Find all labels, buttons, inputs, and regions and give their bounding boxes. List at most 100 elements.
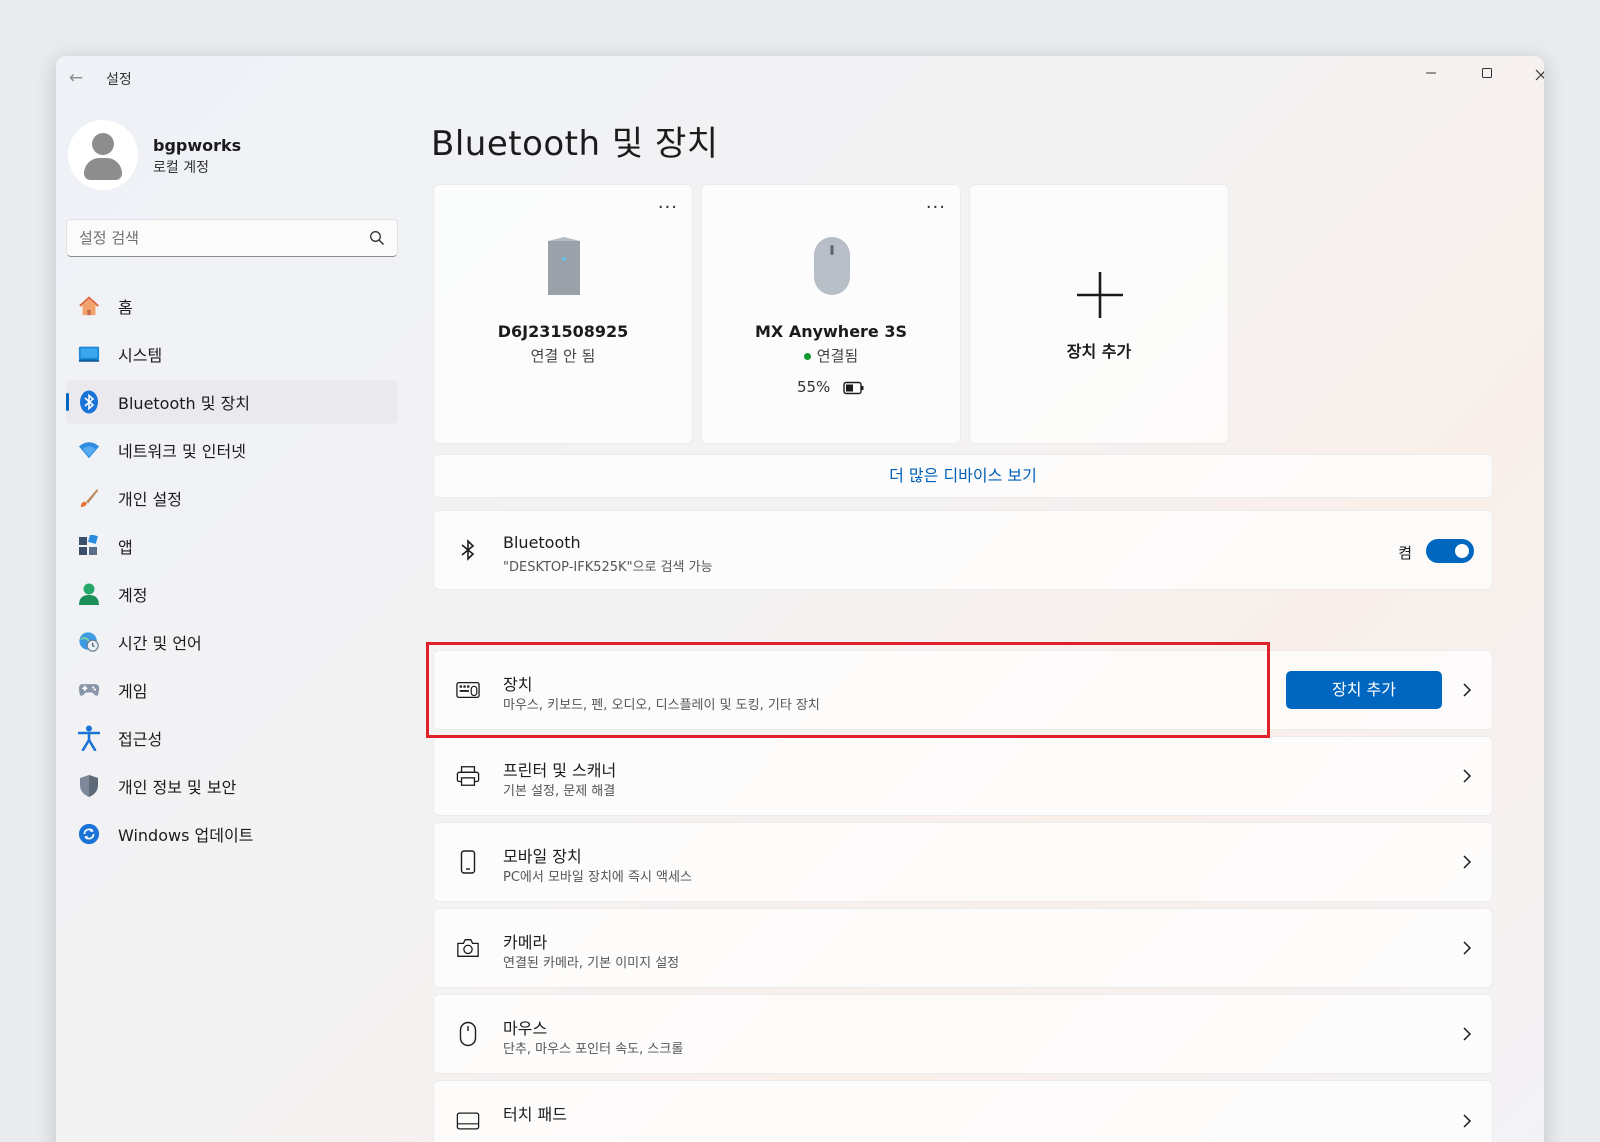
sidebar-item-label: 시간 및 언어 [118,634,202,653]
device-name: D6J231508925 [497,322,629,341]
connected-dot [803,353,811,360]
device-card[interactable]: ··· MX Anywhere 3S 연결됨 55% [701,184,961,444]
plus-icon [1077,272,1123,318]
sidebar-item-time-language[interactable]: 시간 및 언어 [66,620,398,664]
row-title: 터치 패드 [503,1105,567,1124]
devices-row[interactable]: 장치 마우스, 키보드, 펜, 오디오, 디스플레이 및 도킹, 기타 장치 장… [433,650,1493,730]
chevron-right-icon [1463,1114,1472,1128]
search-icon[interactable] [369,230,385,246]
sidebar-item-bluetooth[interactable]: Bluetooth 및 장치 [66,380,398,424]
home-icon [78,295,100,317]
row-title: 모바일 장치 [503,847,582,866]
bluetooth-title: Bluetooth [503,533,581,552]
printer-icon [456,764,480,788]
chevron-right-icon [1463,855,1472,869]
battery-status: 55% [702,378,960,396]
camera-row[interactable]: 카메라 연결된 카메라, 기본 이미지 설정 [433,908,1493,988]
wifi-icon [78,439,100,461]
sidebar-item-apps[interactable]: 앱 [66,524,398,568]
bluetooth-toggle[interactable] [1426,539,1474,563]
sidebar-item-label: 개인 정보 및 보안 [118,778,237,797]
brush-icon [78,487,100,509]
sidebar-item-label: 계정 [118,586,148,605]
mouse-icon [456,1021,480,1047]
row-title: 프린터 및 스캐너 [503,761,617,780]
device-name: MX Anywhere 3S [754,322,908,341]
gamepad-icon [78,679,100,701]
printers-row[interactable]: 프린터 및 스캐너 기본 설정, 문제 해결 [433,736,1493,816]
account-type: 로컬 계정 [153,160,209,176]
sidebar-item-privacy[interactable]: 개인 정보 및 보안 [66,764,398,808]
maximize-button[interactable] [1464,58,1510,90]
account-icon [78,583,100,605]
device-card[interactable]: ··· D6J231508925 연결 안 됨 [433,184,693,444]
close-icon [1535,69,1544,81]
search-box[interactable] [66,219,398,257]
bluetooth-icon [78,390,100,414]
add-device-label: 장치 추가 [1066,342,1132,361]
mouse-row[interactable]: 마우스 단추, 마우스 포인터 속도, 스크롤 [433,994,1493,1074]
row-title: 장치 [503,675,533,694]
sidebar-item-accounts[interactable]: 계정 [66,572,398,616]
chevron-right-icon [1463,941,1472,955]
row-title: 마우스 [503,1019,548,1038]
sidebar-item-gaming[interactable]: 게임 [66,668,398,712]
mobile-devices-row[interactable]: 모바일 장치 PC에서 모바일 장치에 즉시 액세스 [433,822,1493,902]
device-status-text: 연결됨 [816,347,859,365]
sidebar-item-personalization[interactable]: 개인 설정 [66,476,398,520]
sidebar-item-label: Windows 업데이트 [118,826,254,845]
avatar-head [92,133,114,155]
avatar[interactable] [68,120,138,190]
sidebar-item-network[interactable]: 네트워크 및 인터넷 [66,428,398,472]
sidebar-item-accessibility[interactable]: 접근성 [66,716,398,760]
sidebar-item-label: 개인 설정 [118,490,182,509]
back-arrow-icon[interactable]: ← [66,68,86,88]
page-title: Bluetooth 및 장치 [431,124,719,164]
bluetooth-state-label: 켬 [1398,544,1412,562]
system-icon [78,343,100,365]
close-button[interactable] [1518,58,1544,90]
chevron-right-icon [1463,1027,1472,1041]
phone-icon [456,850,480,874]
sidebar-item-label: Bluetooth 및 장치 [118,394,251,413]
sidebar-item-label: 홈 [118,298,133,317]
sidebar-item-label: 게임 [118,682,148,701]
touchpad-icon [456,1109,480,1133]
bluetooth-icon [456,538,480,562]
row-subtitle: 단추, 마우스 포인터 속도, 스크롤 [503,1042,684,1057]
add-device-button[interactable]: 장치 추가 [1286,671,1442,709]
device-status: 연결됨 [702,345,960,366]
sidebar-item-home[interactable]: 홈 [66,284,398,328]
accessibility-icon [78,725,100,751]
app-title: 설정 [106,72,132,88]
minimize-icon [1426,72,1436,74]
tower-device-icon [548,237,580,295]
more-options-button[interactable]: ··· [926,197,946,218]
chevron-right-icon [1463,769,1472,783]
sidebar-nav: 홈 시스템 Bluetooth 및 장치 네트워크 및 인터넷 개인 설정 앱 … [66,284,398,860]
sidebar-item-label: 앱 [118,538,133,557]
search-input[interactable] [67,220,347,256]
battery-level: 55% [796,378,831,396]
row-subtitle: PC에서 모바일 장치에 즉시 액세스 [503,870,692,885]
more-options-button[interactable]: ··· [658,197,678,218]
shield-icon [78,775,100,797]
sidebar-item-system[interactable]: 시스템 [66,332,398,376]
touchpad-row[interactable]: 터치 패드 [433,1080,1493,1142]
device-status: 연결 안 됨 [530,347,596,365]
bluetooth-setting-row: Bluetooth "DESKTOP-IFK525K"으로 검색 가능 켬 [433,510,1493,590]
battery-icon [843,381,864,394]
row-title: 카메라 [503,933,548,952]
account-name: bgpworks [153,136,242,155]
sidebar-item-label: 네트워크 및 인터넷 [118,442,246,461]
add-device-card[interactable]: 장치 추가 [969,184,1229,444]
camera-icon [456,936,480,960]
minimize-button[interactable] [1408,58,1454,90]
row-subtitle: 연결된 카메라, 기본 이미지 설정 [503,956,680,971]
sidebar-item-windows-update[interactable]: Windows 업데이트 [66,812,398,856]
settings-window: ← 설정 bgpworks 로컬 계정 홈 [56,56,1544,1142]
sidebar-item-label: 시스템 [118,346,163,365]
globe-clock-icon [78,631,100,653]
update-icon [78,823,100,845]
more-devices-link[interactable]: 더 많은 디바이스 보기 [433,454,1493,498]
